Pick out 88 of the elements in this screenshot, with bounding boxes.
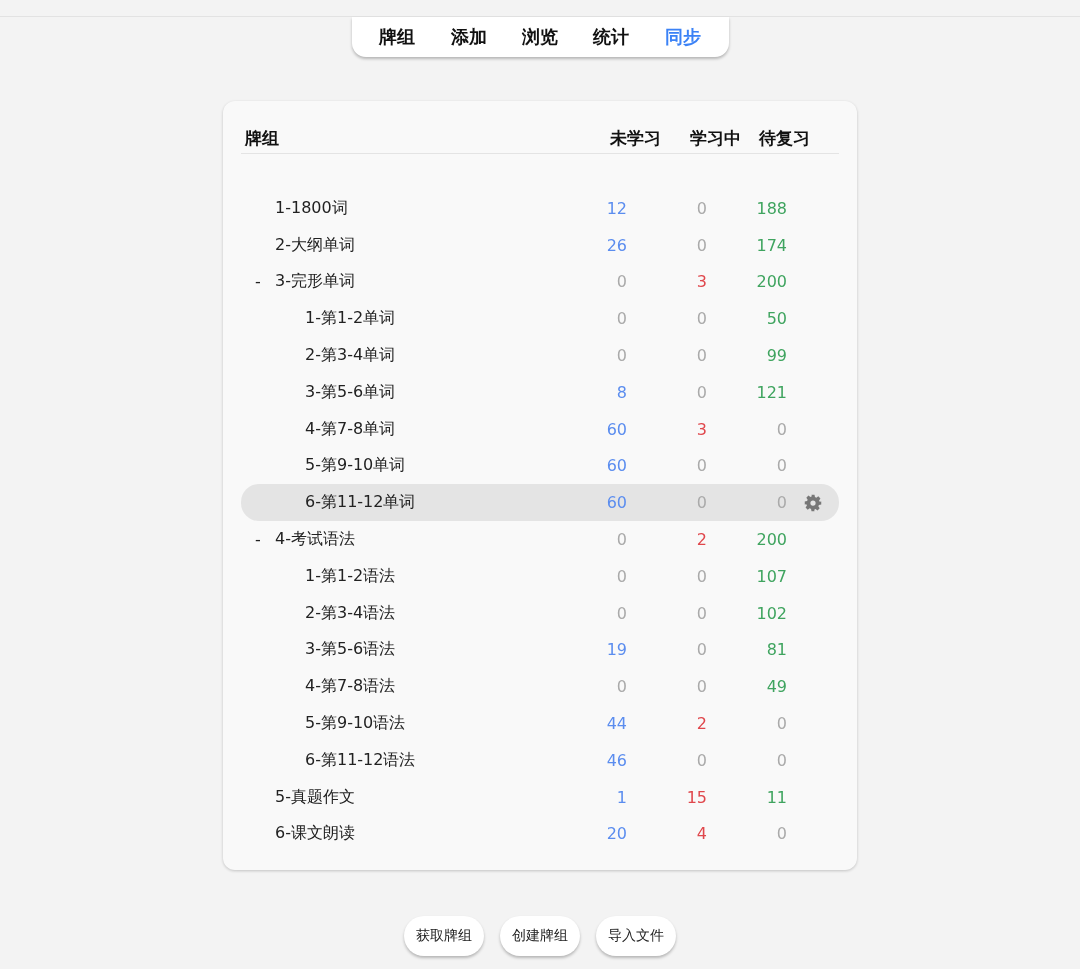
count: 26 xyxy=(605,235,627,255)
count: 46 xyxy=(605,750,627,770)
count: 0 xyxy=(615,272,627,292)
count: 0 xyxy=(695,309,707,329)
count: 1 xyxy=(615,787,627,807)
deck-name[interactable]: 1-1800词 xyxy=(275,197,348,219)
settings-icon[interactable] xyxy=(804,493,822,512)
action-button[interactable]: 导入文件 xyxy=(596,916,676,957)
count: 0 xyxy=(695,235,707,255)
column-header: 学习中 xyxy=(689,126,741,150)
deck-name[interactable]: 5-第9-10语法 xyxy=(305,713,406,735)
count: 200 xyxy=(755,272,787,292)
count: 2 xyxy=(695,530,707,550)
count: 0 xyxy=(615,566,627,586)
count: 49 xyxy=(765,677,787,697)
count: 0 xyxy=(695,346,707,366)
count: 60 xyxy=(605,419,627,439)
count: 81 xyxy=(765,640,787,660)
collapse-toggle[interactable]: - xyxy=(241,272,275,292)
deck-name[interactable]: 4-第7-8语法 xyxy=(305,676,396,698)
count: 0 xyxy=(695,493,707,513)
count: 0 xyxy=(615,530,627,550)
count: 200 xyxy=(755,530,787,550)
deck-name[interactable]: 5-第9-10单词 xyxy=(305,455,406,477)
count: 3 xyxy=(695,272,707,292)
deck-name[interactable]: 3-第5-6语法 xyxy=(305,639,396,661)
count: 0 xyxy=(695,750,707,770)
count: 188 xyxy=(755,198,787,218)
column-header: 牌组 xyxy=(244,126,280,150)
count: 0 xyxy=(775,714,787,734)
count: 2 xyxy=(695,714,707,734)
column-header: 待复习 xyxy=(758,126,811,150)
count: 0 xyxy=(695,603,707,623)
deck-name[interactable]: 4-第7-8单词 xyxy=(305,418,396,440)
collapse-toggle[interactable]: - xyxy=(241,530,275,550)
count: 12 xyxy=(605,198,627,218)
count: 60 xyxy=(605,493,627,513)
deck-name[interactable]: 2-第3-4单词 xyxy=(305,345,396,367)
count: 0 xyxy=(775,493,787,513)
count: 102 xyxy=(755,603,787,623)
count: 0 xyxy=(775,750,787,770)
tab[interactable]: 统计 xyxy=(593,25,630,49)
count: 0 xyxy=(695,640,707,660)
deck-name[interactable]: 1-第1-2单词 xyxy=(305,308,396,330)
count: 107 xyxy=(755,566,787,586)
count: 0 xyxy=(615,309,627,329)
count: 4 xyxy=(695,824,707,844)
count: 0 xyxy=(615,677,627,697)
count: 0 xyxy=(695,677,707,697)
count: 60 xyxy=(605,456,627,476)
tab[interactable]: 浏览 xyxy=(521,25,558,49)
count: 0 xyxy=(615,346,627,366)
count: 15 xyxy=(685,787,707,807)
count: 121 xyxy=(755,382,787,402)
count: 50 xyxy=(765,309,787,329)
count: 44 xyxy=(605,714,627,734)
count: 3 xyxy=(695,419,707,439)
count: 0 xyxy=(695,198,707,218)
tab[interactable]: 同步 xyxy=(664,25,701,49)
count: 0 xyxy=(695,566,707,586)
deck-name[interactable]: 2-第3-4语法 xyxy=(305,602,396,624)
count: 8 xyxy=(615,382,627,402)
count: 19 xyxy=(605,640,627,660)
deck-name[interactable]: 6-第11-12语法 xyxy=(305,749,416,771)
count: 20 xyxy=(605,824,627,844)
selected-row[interactable]: 6-第11-12单词 60 0 0 xyxy=(241,484,839,522)
deck-name[interactable]: 5-真题作文 xyxy=(275,786,355,808)
deck-name[interactable]: 4-考试语法 xyxy=(275,529,355,551)
deck-name[interactable]: 6-课文朗读 xyxy=(275,823,355,845)
count: 0 xyxy=(775,456,787,476)
count: 0 xyxy=(695,456,707,476)
deck-name[interactable]: 2-大纲单词 xyxy=(275,234,355,256)
deck-name[interactable]: 3-完形单词 xyxy=(275,271,355,293)
deck-name[interactable]: 6-第11-12单词 xyxy=(305,492,416,514)
count: 11 xyxy=(765,787,787,807)
tab[interactable]: 添加 xyxy=(450,25,487,49)
action-button[interactable]: 获取牌组 xyxy=(404,916,484,957)
count: 174 xyxy=(755,235,787,255)
count: 0 xyxy=(775,824,787,844)
count: 0 xyxy=(615,603,627,623)
deck-name[interactable]: 1-第1-2语法 xyxy=(305,565,396,587)
count: 99 xyxy=(765,346,787,366)
action-button[interactable]: 创建牌组 xyxy=(500,916,580,957)
tab[interactable]: 牌组 xyxy=(379,25,416,49)
count: 0 xyxy=(775,419,787,439)
count: 0 xyxy=(695,382,707,402)
deck-name[interactable]: 3-第5-6单词 xyxy=(305,381,396,403)
column-header: 未学习 xyxy=(609,126,661,150)
